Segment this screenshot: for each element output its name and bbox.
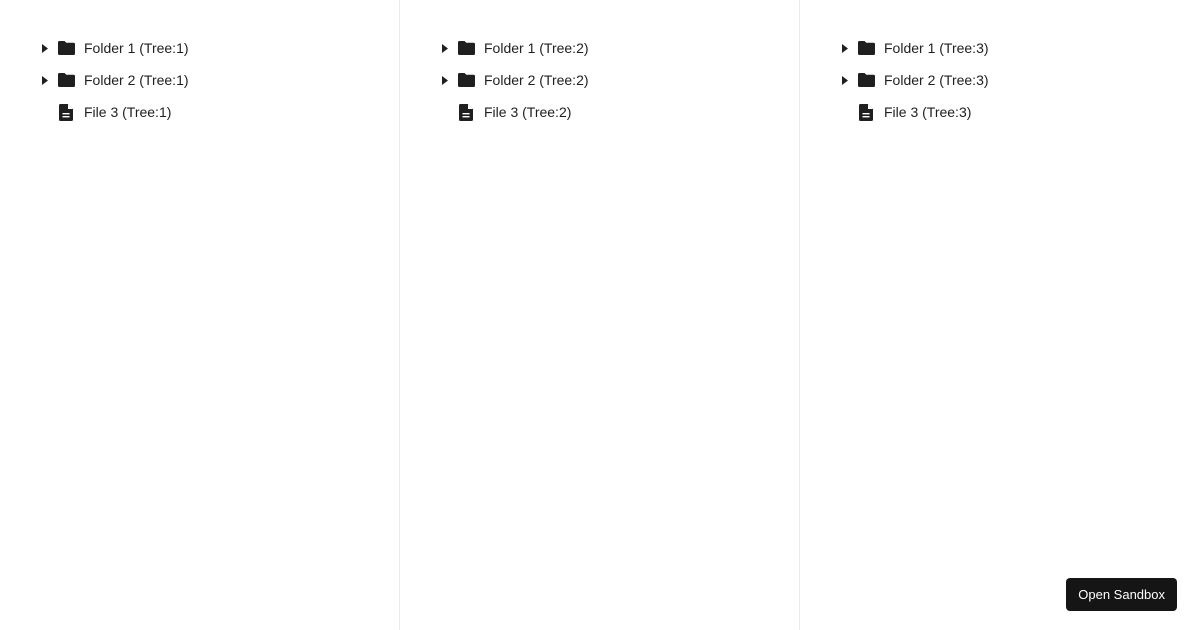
tree-item-label: Folder 1 (Tree:1) bbox=[84, 40, 189, 56]
tree-item-label: File 3 (Tree:1) bbox=[84, 104, 172, 120]
tree-item-folder[interactable]: Folder 2 (Tree:1) bbox=[0, 64, 399, 96]
caret-right-icon[interactable] bbox=[39, 74, 51, 86]
tree-item-folder[interactable]: Folder 1 (Tree:3) bbox=[800, 32, 1200, 64]
app: Folder 1 (Tree:1) Folder 2 (Tree:1) File… bbox=[0, 0, 1200, 630]
caret-right-icon[interactable] bbox=[39, 42, 51, 54]
file-icon bbox=[57, 103, 75, 121]
tree-item-label: Folder 1 (Tree:2) bbox=[484, 40, 589, 56]
tree-item-label: Folder 2 (Tree:3) bbox=[884, 72, 989, 88]
caret-right-icon[interactable] bbox=[439, 74, 451, 86]
tree-item-label: File 3 (Tree:3) bbox=[884, 104, 972, 120]
open-sandbox-button[interactable]: Open Sandbox bbox=[1066, 578, 1177, 611]
tree-item-label: Folder 2 (Tree:2) bbox=[484, 72, 589, 88]
tree-item-folder[interactable]: Folder 1 (Tree:1) bbox=[0, 32, 399, 64]
folder-icon bbox=[57, 71, 75, 89]
tree-item-folder[interactable]: Folder 2 (Tree:2) bbox=[400, 64, 799, 96]
caret-right-icon[interactable] bbox=[839, 42, 851, 54]
folder-icon bbox=[857, 71, 875, 89]
tree-item-label: File 3 (Tree:2) bbox=[484, 104, 572, 120]
tree-1: Folder 1 (Tree:1) Folder 2 (Tree:1) File… bbox=[0, 32, 399, 128]
tree-panel-1: Folder 1 (Tree:1) Folder 2 (Tree:1) File… bbox=[0, 0, 400, 630]
folder-icon bbox=[457, 39, 475, 57]
caret-right-icon[interactable] bbox=[839, 74, 851, 86]
tree-2: Folder 1 (Tree:2) Folder 2 (Tree:2) File… bbox=[400, 32, 799, 128]
folder-icon bbox=[57, 39, 75, 57]
tree-item-file[interactable]: File 3 (Tree:2) bbox=[400, 96, 799, 128]
tree-item-folder[interactable]: Folder 1 (Tree:2) bbox=[400, 32, 799, 64]
file-icon bbox=[457, 103, 475, 121]
tree-item-label: Folder 1 (Tree:3) bbox=[884, 40, 989, 56]
tree-item-file[interactable]: File 3 (Tree:1) bbox=[0, 96, 399, 128]
tree-3: Folder 1 (Tree:3) Folder 2 (Tree:3) File… bbox=[800, 32, 1200, 128]
folder-icon bbox=[857, 39, 875, 57]
tree-item-folder[interactable]: Folder 2 (Tree:3) bbox=[800, 64, 1200, 96]
tree-item-label: Folder 2 (Tree:1) bbox=[84, 72, 189, 88]
caret-right-icon[interactable] bbox=[439, 42, 451, 54]
tree-panel-2: Folder 1 (Tree:2) Folder 2 (Tree:2) File… bbox=[400, 0, 800, 630]
tree-panel-3: Folder 1 (Tree:3) Folder 2 (Tree:3) File… bbox=[800, 0, 1200, 630]
file-icon bbox=[857, 103, 875, 121]
tree-item-file[interactable]: File 3 (Tree:3) bbox=[800, 96, 1200, 128]
folder-icon bbox=[457, 71, 475, 89]
